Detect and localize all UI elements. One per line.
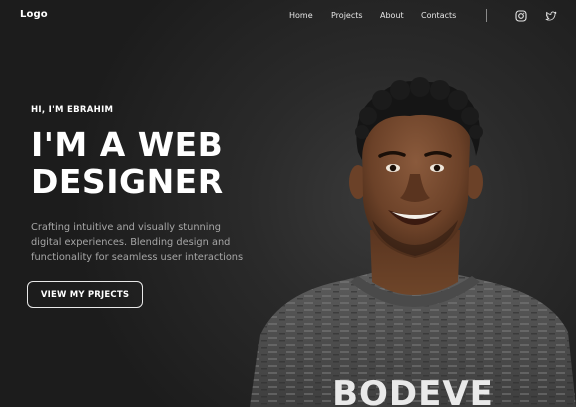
nav-link-home[interactable]: Home	[289, 11, 313, 20]
nav-link-contacts[interactable]: Contacts	[421, 11, 456, 20]
headline-line-2: DESIGNER	[31, 162, 224, 201]
shirt-graphic-text: BODEVE	[332, 374, 494, 407]
headline-line-1: I'M A WEB	[31, 125, 224, 164]
view-projects-button[interactable]: VIEW MY PRJECTS	[27, 281, 143, 308]
twitter-icon[interactable]	[545, 10, 557, 22]
nav-link-projects[interactable]: Projects	[331, 11, 363, 20]
description-line-1: Crafting intuitive and visually stunning	[31, 222, 221, 233]
landing-page: Logo Home Projects About Contacts HI, I'…	[0, 0, 576, 407]
portrait-image: BODEVE	[250, 77, 576, 407]
top-nav: Logo Home Projects About Contacts	[0, 0, 576, 32]
logo[interactable]: Logo	[20, 9, 48, 20]
description-line-2: digital experiences. Blending design and	[31, 237, 231, 248]
description-line-3: functionality for seamless user interact…	[31, 252, 244, 263]
hero-description: Crafting intuitive and visually stunning…	[31, 220, 261, 265]
nav-link-about[interactable]: About	[380, 11, 404, 20]
nav-divider	[486, 9, 487, 22]
hero-headline: I'M A WEB DESIGNER	[31, 126, 224, 200]
instagram-icon[interactable]	[515, 10, 527, 22]
greeting: HI, I'M EBRAHIM	[31, 105, 114, 115]
